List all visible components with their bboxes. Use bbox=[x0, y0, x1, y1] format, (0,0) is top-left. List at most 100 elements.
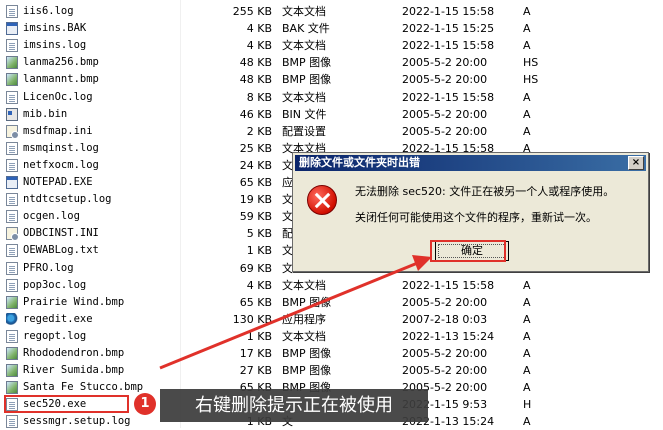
file-attr: A bbox=[523, 278, 531, 292]
file-row[interactable]: River Sumida.bmp 27 KB BMP 图像 2005-5-2 20:0… bbox=[0, 362, 663, 379]
file-type: 文本文档 bbox=[282, 329, 326, 343]
file-name: OEWABLog.txt bbox=[23, 244, 99, 257]
file-size: 25 KB bbox=[239, 141, 272, 155]
file-name: mib.bin bbox=[23, 107, 68, 120]
file-name: regopt.log bbox=[23, 329, 87, 342]
file-date: 2005-5-2 20:00 bbox=[402, 347, 488, 360]
file-date: 2022-1-15 15:25 bbox=[402, 22, 495, 36]
file-date: 2005-5-2 20:00 bbox=[402, 56, 488, 70]
file-attr: H bbox=[523, 398, 532, 412]
file-name: msmqinst.log bbox=[23, 141, 99, 154]
file-attr: A bbox=[523, 295, 531, 309]
exe-icon bbox=[6, 22, 18, 36]
file-name: ntdtcsetup.log bbox=[23, 193, 112, 206]
file-attr: A bbox=[523, 107, 531, 121]
file-size: 46 KB bbox=[239, 107, 272, 121]
doc-icon bbox=[6, 278, 18, 292]
file-size: 255 KB bbox=[232, 5, 272, 18]
file-date: 2007-2-18 0:03 bbox=[402, 312, 488, 326]
file-row[interactable]: iis6.log 255 KB 文本文档 2022-1-15 15:58 A bbox=[0, 3, 663, 20]
file-row[interactable]: imsins.log 4 KB 文本文档 2022-1-15 15:58 A bbox=[0, 37, 663, 54]
doc-icon bbox=[6, 158, 18, 172]
file-row[interactable]: regopt.log 1 KB 文本文档 2022-1-13 15:24 A bbox=[0, 328, 663, 345]
file-attr: A bbox=[523, 22, 531, 36]
file-highlight-box bbox=[4, 395, 129, 413]
file-size: 1 KB bbox=[246, 329, 272, 343]
file-attr: A bbox=[523, 381, 531, 395]
file-type: 文本文档 bbox=[282, 39, 326, 53]
file-row[interactable]: Prairie Wind.bmp 65 KB BMP 图像 2005-5-2 20:0… bbox=[0, 294, 663, 311]
bmp-icon bbox=[6, 347, 18, 360]
file-row[interactable]: imsins.BAK 4 KB BAK 文件 2022-1-15 15:25 A bbox=[0, 20, 663, 37]
file-type: BMP 图像 bbox=[282, 56, 332, 70]
file-size: 24 KB bbox=[239, 158, 272, 172]
file-attr: HS bbox=[523, 56, 539, 70]
file-name: LicenOc.log bbox=[23, 90, 93, 103]
file-type: 文本文档 bbox=[282, 278, 326, 292]
file-date: 2022-1-15 15:58 bbox=[402, 90, 495, 104]
file-date: 2022-1-15 15:58 bbox=[402, 278, 495, 292]
file-name: lanma256.bmp bbox=[23, 56, 99, 69]
file-type: 文本文档 bbox=[282, 5, 326, 18]
file-row[interactable]: pop3oc.log 4 KB 文本文档 2022-1-15 15:58 A bbox=[0, 277, 663, 294]
doc-icon bbox=[6, 244, 18, 258]
bin-icon bbox=[6, 107, 18, 121]
doc-icon bbox=[6, 90, 18, 104]
file-name: NOTEPAD.EXE bbox=[23, 176, 93, 188]
exe-icon bbox=[6, 176, 18, 189]
error-icon bbox=[307, 185, 337, 215]
file-row[interactable]: mib.bin 46 KB BIN 文件 2005-5-2 20:00 A bbox=[0, 106, 663, 123]
file-size: 48 KB bbox=[239, 56, 272, 70]
file-name: Rhododendron.bmp bbox=[23, 347, 125, 359]
file-type: 应用程序 bbox=[282, 312, 326, 326]
file-row[interactable]: lanma256.bmp 48 KB BMP 图像 2005-5-2 20:00 HS bbox=[0, 54, 663, 71]
doc-icon bbox=[6, 329, 18, 343]
file-attr: A bbox=[523, 90, 531, 104]
file-date: 2005-5-2 20:00 bbox=[402, 124, 488, 138]
file-date: 2005-5-2 20:00 bbox=[402, 295, 488, 309]
file-date: 2005-5-2 20:00 bbox=[402, 364, 488, 378]
bmp-icon bbox=[6, 381, 18, 395]
file-name: PFRO.log bbox=[23, 261, 74, 274]
file-date: 2005-5-2 20:00 bbox=[402, 73, 488, 87]
file-row[interactable]: Rhododendron.bmp 17 KB BMP 图像 2005-5-2 20:0… bbox=[0, 345, 663, 362]
file-size: 27 KB bbox=[239, 364, 272, 378]
file-size: 65 KB bbox=[239, 295, 272, 309]
bmp-icon bbox=[6, 364, 18, 378]
file-type: 文本文档 bbox=[282, 90, 326, 104]
file-size: 69 KB bbox=[239, 261, 272, 275]
file-name: iis6.log bbox=[23, 5, 74, 17]
file-attr: A bbox=[523, 347, 531, 360]
file-name: Santa Fe Stucco.bmp bbox=[23, 381, 144, 394]
file-date: 2022-1-15 15:58 bbox=[402, 5, 495, 18]
file-name: ODBCINST.INI bbox=[23, 227, 99, 240]
file-size: 65 KB bbox=[239, 176, 272, 189]
file-size: 8 KB bbox=[246, 90, 272, 104]
file-type: BMP 图像 bbox=[282, 347, 332, 360]
file-name: Prairie Wind.bmp bbox=[23, 295, 125, 308]
file-type: BMP 图像 bbox=[282, 295, 332, 309]
file-row[interactable]: msdfmap.ini 2 KB 配置设置 2005-5-2 20:00 A bbox=[0, 123, 663, 140]
file-attr: A bbox=[523, 312, 531, 326]
file-row[interactable]: LicenOc.log 8 KB 文本文档 2022-1-15 15:58 A bbox=[0, 89, 663, 106]
file-size: 2 KB bbox=[246, 124, 272, 138]
file-name: netfxocm.log bbox=[23, 158, 99, 171]
bmp-icon bbox=[6, 56, 18, 70]
doc-icon bbox=[6, 5, 18, 18]
file-size: 1 KB bbox=[246, 244, 272, 258]
file-row[interactable]: lanmannt.bmp 48 KB BMP 图像 2005-5-2 20:00 HS bbox=[0, 71, 663, 88]
file-size: 4 KB bbox=[246, 39, 272, 53]
ini-icon bbox=[6, 124, 19, 139]
dialog-titlebar[interactable]: 删除文件或文件夹时出错 × bbox=[295, 155, 646, 171]
file-name: River Sumida.bmp bbox=[23, 364, 125, 377]
file-type: BIN 文件 bbox=[282, 107, 327, 121]
close-button[interactable]: × bbox=[628, 156, 644, 170]
doc-icon bbox=[6, 193, 18, 207]
file-size: 4 KB bbox=[246, 22, 272, 36]
file-row[interactable]: regedit.exe 130 KB 应用程序 2007-2-18 0:03 A bbox=[0, 311, 663, 328]
file-attr: A bbox=[523, 5, 531, 18]
file-size: 130 KB bbox=[232, 312, 272, 326]
file-name: imsins.log bbox=[23, 39, 87, 52]
doc-icon bbox=[6, 210, 18, 224]
file-date: 2022-1-13 15:24 bbox=[402, 329, 495, 343]
